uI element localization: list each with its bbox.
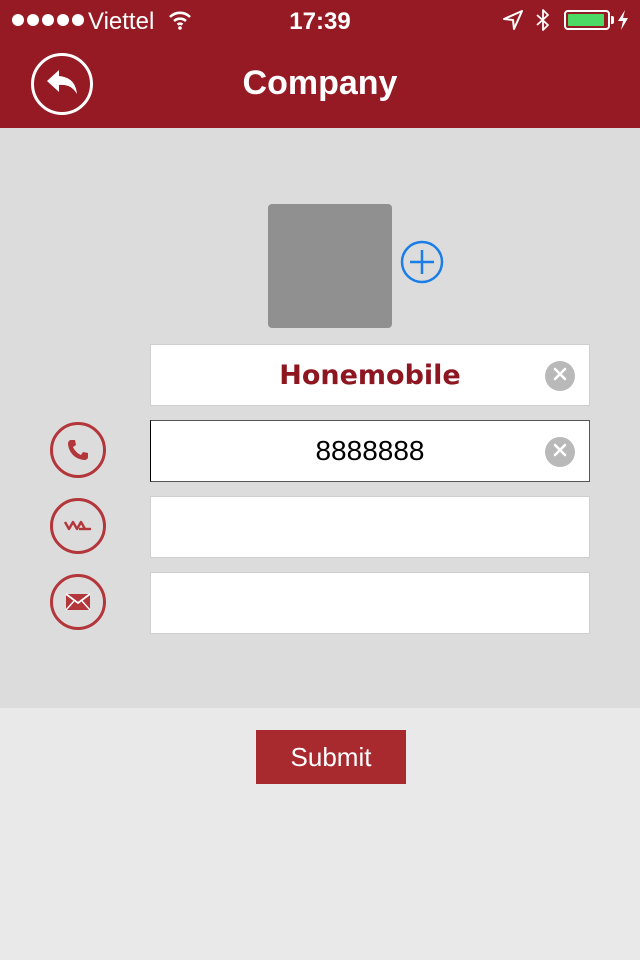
- plus-circle-icon: [400, 240, 444, 288]
- fax-icon: [50, 498, 106, 554]
- fax-field[interactable]: [150, 496, 590, 558]
- fax-input[interactable]: [200, 511, 540, 543]
- phone-field[interactable]: [150, 420, 590, 482]
- envelope-icon: [50, 574, 106, 630]
- company-photo[interactable]: [268, 204, 392, 328]
- email-field[interactable]: [150, 572, 590, 634]
- phone-icon: [50, 422, 106, 478]
- battery-icon: [564, 10, 610, 30]
- battery-tip: [611, 16, 614, 24]
- company-name-input[interactable]: [200, 359, 540, 391]
- page-title: Company: [242, 64, 398, 102]
- submit-button[interactable]: Submit: [256, 730, 406, 784]
- company-name-field[interactable]: [150, 344, 590, 406]
- location-arrow-icon: [502, 9, 524, 36]
- bluetooth-icon: [534, 8, 552, 37]
- app-header: Viettel 17:39 Company: [0, 0, 640, 128]
- clear-icon: [553, 443, 567, 462]
- clear-icon: [553, 367, 567, 386]
- clear-name-button[interactable]: [545, 361, 575, 391]
- status-bar: Viettel 17:39: [0, 0, 640, 40]
- company-form: [0, 128, 640, 708]
- email-input[interactable]: [200, 587, 540, 619]
- clear-phone-button[interactable]: [545, 437, 575, 467]
- phone-input[interactable]: [200, 435, 540, 467]
- charging-icon: [616, 9, 630, 36]
- add-photo-button[interactable]: [400, 240, 444, 284]
